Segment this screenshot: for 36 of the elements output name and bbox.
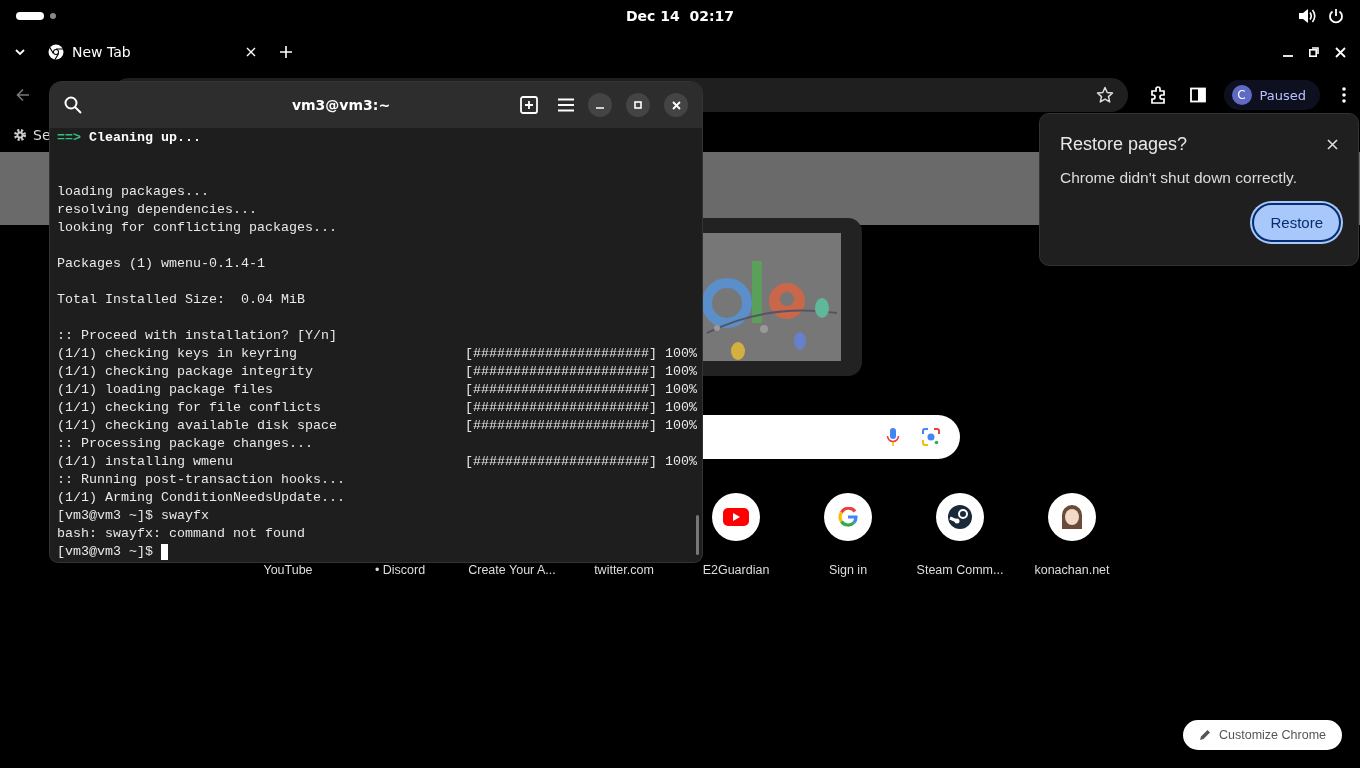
terminal-line: (1/1) installing wmenu: [57, 453, 234, 471]
terminal-line: (1/1) checking for file conflicts: [57, 399, 322, 417]
progress-percent: 100%: [664, 399, 697, 417]
progress-bar-text: [######################]: [465, 417, 657, 435]
progress-percent: 100%: [664, 453, 697, 471]
terminal-line: loading packages...: [57, 183, 209, 201]
profile-avatar: C: [1231, 85, 1252, 105]
terminal-line: (1/1) checking keys in keyring: [57, 345, 298, 363]
dialog-title: Restore pages?: [1060, 134, 1188, 155]
progress-bar-text: [######################]: [465, 453, 657, 471]
terminal-line: (1/1) checking package integrity: [57, 363, 314, 381]
terminal-line: (1/1) loading package files: [57, 381, 274, 399]
terminal-line: :: Processing package changes...: [57, 435, 313, 453]
terminal-line: resolving dependencies...: [57, 201, 257, 219]
terminal-line: Total Installed Size: 0.04 MiB: [57, 291, 305, 309]
progress-bar-text: [######################]: [465, 363, 657, 381]
progress-percent: 100%: [664, 381, 697, 399]
terminal-line: :: Proceed with installation? [Y/n]: [57, 327, 337, 345]
terminal-line: (1/1) checking available disk space: [57, 417, 338, 435]
shell-prompt: [vm3@vm3 ~]$: [57, 543, 153, 561]
progress-bar-text: [######################]: [465, 399, 657, 417]
window-title: vm3@vm3:~: [290, 97, 392, 113]
terminal-line: looking for conflicting packages...: [57, 219, 337, 237]
terminal-line: Cleaning up...: [89, 129, 201, 147]
terminal-line: bash: swayfx: command not found: [57, 525, 305, 543]
progress-percent: 100%: [664, 363, 697, 381]
terminal-line: Packages (1) wmenu-0.1.4-1: [57, 255, 265, 273]
dialog-message: Chrome didn't shut down correctly.: [1060, 169, 1298, 187]
terminal-line: [vm3@vm3 ~]$ swayfx: [57, 507, 209, 525]
terminal-prefix: ==>: [57, 129, 81, 147]
progress-bar-text: [######################]: [465, 345, 657, 363]
progress-bar-text: [######################]: [465, 381, 657, 399]
progress-percent: 100%: [664, 345, 697, 363]
progress-percent: 100%: [664, 417, 697, 435]
terminal-line: (1/1) Arming ConditionNeedsUpdate...: [57, 489, 345, 507]
terminal-line: :: Running post-transaction hooks...: [57, 471, 345, 489]
